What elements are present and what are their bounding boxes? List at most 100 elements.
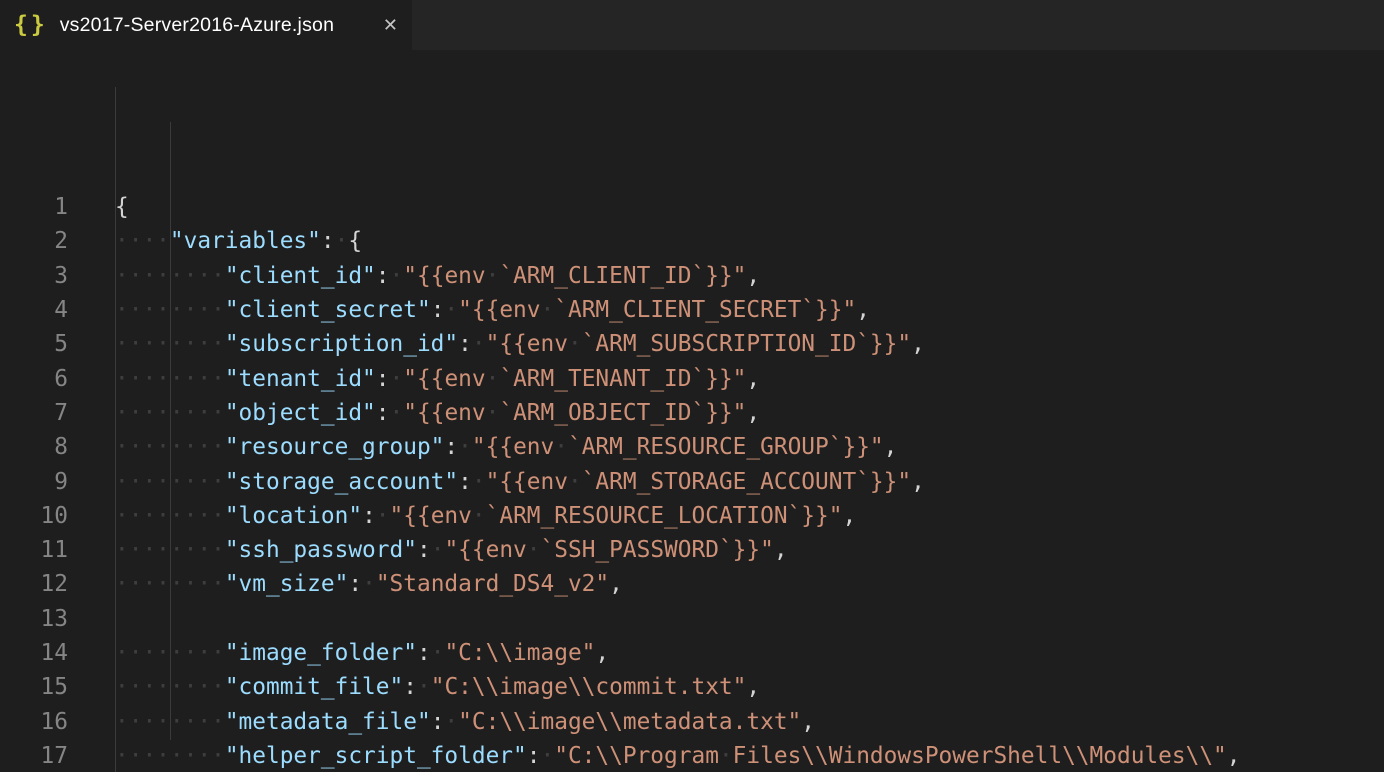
code-line-content: ········"location":·"{{env·`ARM_RESOURCE…	[115, 499, 856, 533]
code-line[interactable]: 3········"client_id":·"{{env·`ARM_CLIENT…	[0, 259, 1384, 293]
code-line[interactable]: 15 ········"commit_file":·"C:\\image\\com…	[0, 670, 1384, 704]
whitespace-dots: ·	[335, 228, 349, 254]
code-line[interactable]: 14········"image_folder":·"C:\\image",	[0, 636, 1384, 670]
code-line[interactable]: 2····"variables":·{	[0, 224, 1384, 258]
code-line[interactable]: 1{	[0, 190, 1384, 224]
whitespace-dots: ········	[115, 263, 225, 289]
line-number[interactable]: 9	[0, 465, 68, 499]
json-string-value: `SSH_PASSWORD`}}"	[541, 537, 774, 563]
code-line-content: ········"subscription_id":·"{{env·`ARM_S…	[115, 327, 925, 361]
code-line-content: ····"variables":·{	[115, 224, 362, 258]
code-editor[interactable]: 1{2····"variables":·{3········"client_id…	[0, 50, 1384, 772]
json-key: "resource_group"	[225, 434, 445, 460]
json-punctuation: :	[376, 366, 390, 392]
tab-vs2017-server2016-azure-json[interactable]: {} vs2017-Server2016-Azure.json ✕	[0, 0, 412, 50]
line-number[interactable]: 1	[0, 190, 68, 224]
code-line-content: ········"client_id":·"{{env·`ARM_CLIENT_…	[115, 259, 760, 293]
whitespace-dots: ········	[115, 503, 225, 529]
json-string-value: "{{env	[486, 331, 568, 357]
code-line-content: ········"vm_size":·"Standard_DS4_v2",	[115, 567, 623, 601]
line-number[interactable]: 4	[0, 293, 68, 327]
json-punctuation: :	[417, 537, 431, 563]
json-punctuation: :	[444, 434, 458, 460]
json-string-value: `ARM_CLIENT_ID`}}"	[499, 263, 746, 289]
json-punctuation: ,	[801, 709, 815, 735]
whitespace-dots: ········	[115, 743, 225, 769]
whitespace-dots: ·	[458, 434, 472, 460]
code-line-content: {	[115, 190, 129, 224]
code-line[interactable]: 17 ········"helper_script_folder":·"C:\\P…	[0, 739, 1384, 772]
line-number[interactable]: 3	[0, 259, 68, 293]
whitespace-dots: ·	[527, 537, 541, 563]
whitespace-dots: ·	[486, 366, 500, 392]
json-string-value: "{{env	[444, 537, 526, 563]
code-line-content: ········"ssh_password":·"{{env·`SSH_PASS…	[115, 533, 788, 567]
code-line-content: ········"client_secret":·"{{env·`ARM_CLI…	[115, 293, 870, 327]
whitespace-dots: ·	[431, 537, 445, 563]
line-number[interactable]: 6	[0, 362, 68, 396]
whitespace-dots: ·	[376, 503, 390, 529]
line-number[interactable]: 8	[0, 430, 68, 464]
code-lines: 1{2····"variables":·{3········"client_id…	[0, 190, 1384, 772]
json-key: "vm_size"	[225, 571, 349, 597]
line-number[interactable]: 15	[0, 670, 68, 704]
json-string-value: "{{env	[403, 366, 485, 392]
json-punctuation: ,	[746, 674, 760, 700]
line-number[interactable]: 5	[0, 327, 68, 361]
json-punctuation: :	[376, 400, 390, 426]
json-key: "variables"	[170, 228, 321, 254]
json-string-value: "C:\\Program	[554, 743, 719, 769]
json-file-icon: {}	[14, 12, 48, 38]
code-line[interactable]: 7········"object_id":·"{{env·`ARM_OBJECT…	[0, 396, 1384, 430]
json-key: "image_folder"	[225, 640, 417, 666]
code-line[interactable]: 4 ········"client_secret":·"{{env·`ARM_CL…	[0, 293, 1384, 327]
line-number[interactable]: 7	[0, 396, 68, 430]
json-key: "client_id"	[225, 263, 376, 289]
whitespace-dots: ·	[390, 263, 404, 289]
line-number[interactable]: 13	[0, 602, 68, 636]
code-line[interactable]: 12 ········"vm_size":·"Standard_DS4_v2",	[0, 567, 1384, 601]
line-number[interactable]: 14	[0, 636, 68, 670]
json-punctuation: ,	[1227, 743, 1241, 769]
json-punctuation: :	[376, 263, 390, 289]
close-tab-icon[interactable]: ✕	[383, 15, 398, 36]
json-key: "helper_script_folder"	[225, 743, 527, 769]
code-line[interactable]: 8········"resource_group":·"{{env·`ARM_R…	[0, 430, 1384, 464]
whitespace-dots: ········	[115, 674, 225, 700]
json-punctuation: ,	[746, 263, 760, 289]
whitespace-dots: ········	[115, 434, 225, 460]
code-line-content: ········"metadata_file":·"C:\\image\\met…	[115, 705, 815, 739]
code-line[interactable]: 13	[0, 602, 1384, 636]
code-line[interactable]: 10 ········"location":·"{{env·`ARM_RESOUR…	[0, 499, 1384, 533]
json-string-value: Files\\WindowsPowerShell\\Modules\\"	[733, 743, 1227, 769]
json-string-value: "{{env	[390, 503, 472, 529]
line-number[interactable]: 16	[0, 705, 68, 739]
code-line-content: ········"storage_account":·"{{env·`ARM_S…	[115, 465, 925, 499]
line-number[interactable]: 12	[0, 567, 68, 601]
json-punctuation: ,	[842, 503, 856, 529]
json-key: "object_id"	[225, 400, 376, 426]
code-line[interactable]: 6········"tenant_id":·"{{env·`ARM_TENANT…	[0, 362, 1384, 396]
whitespace-dots: ·	[568, 331, 582, 357]
json-punctuation: :	[458, 331, 472, 357]
line-number[interactable]: 2	[0, 224, 68, 258]
code-line-content: ········"helper_script_folder":·"C:\\Pro…	[115, 739, 1241, 772]
whitespace-dots: ········	[115, 640, 225, 666]
json-string-value: "C:\\image\\commit.txt"	[431, 674, 747, 700]
code-line-content: ········"commit_file":·"C:\\image\\commi…	[115, 670, 760, 704]
json-punctuation: :	[431, 709, 445, 735]
line-number[interactable]: 10	[0, 499, 68, 533]
json-punctuation: :	[362, 503, 376, 529]
code-line[interactable]: 11········"ssh_password":·"{{env·`SSH_PA…	[0, 533, 1384, 567]
json-string-value: "C:\\image"	[444, 640, 595, 666]
json-key: "client_secret"	[225, 297, 431, 323]
line-number[interactable]: 11	[0, 533, 68, 567]
line-number[interactable]: 17	[0, 739, 68, 772]
whitespace-dots: ·	[472, 331, 486, 357]
code-line[interactable]: 16 ········"metadata_file":·"C:\\image\\m…	[0, 705, 1384, 739]
code-line[interactable]: 9 ········"storage_account":·"{{env·`ARM_…	[0, 465, 1384, 499]
json-punctuation: :	[417, 640, 431, 666]
whitespace-dots: ·	[431, 640, 445, 666]
code-line[interactable]: 5········"subscription_id":·"{{env·`ARM_…	[0, 327, 1384, 361]
whitespace-dots: ····	[115, 228, 170, 254]
